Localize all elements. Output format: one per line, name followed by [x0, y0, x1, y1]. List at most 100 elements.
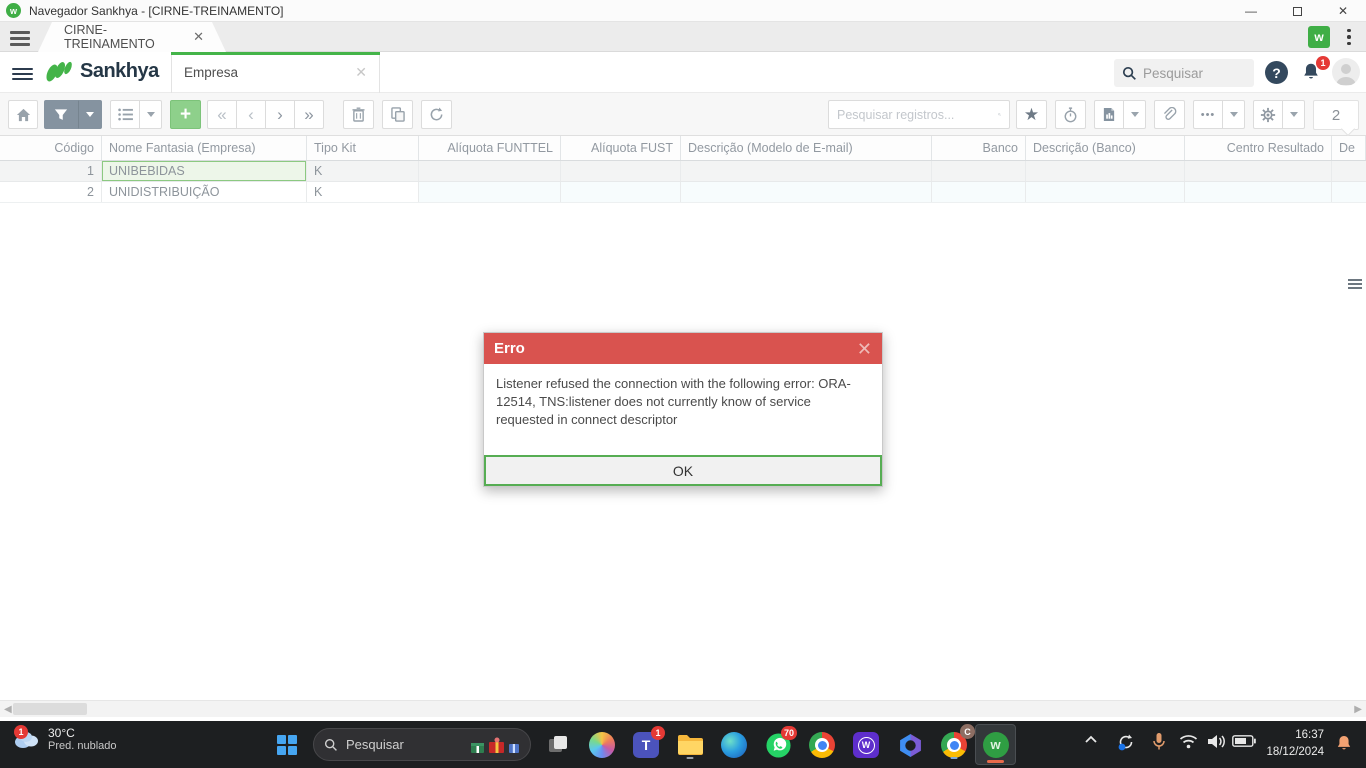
report-button[interactable]	[1094, 100, 1124, 129]
column-header[interactable]: Centro Resultado	[1185, 136, 1332, 160]
cell[interactable]	[1332, 182, 1366, 202]
tab-cirne-treinamento[interactable]: CIRNE-TREINAMENTO ✕	[38, 22, 226, 52]
tray-microphone-icon[interactable]	[1152, 732, 1166, 751]
records-search[interactable]	[828, 100, 1010, 129]
task-view-button[interactable]	[543, 730, 573, 760]
close-button[interactable]: ✕	[1320, 0, 1366, 22]
next-page-button[interactable]: ›	[265, 100, 295, 129]
column-header[interactable]: Nome Fantasia (Empresa)	[102, 136, 307, 160]
cell[interactable]	[1026, 161, 1185, 181]
add-record-button[interactable]: +	[170, 100, 201, 129]
settings-dropdown[interactable]	[1282, 100, 1305, 129]
settings-button[interactable]	[1253, 100, 1283, 129]
column-header[interactable]: Código	[0, 136, 102, 160]
delete-button[interactable]	[343, 100, 374, 129]
cell-tipo-kit[interactable]: K	[307, 161, 419, 181]
view-list-button[interactable]	[110, 100, 140, 129]
chrome-button[interactable]	[807, 730, 837, 760]
cell[interactable]	[1332, 161, 1366, 181]
error-dialog-close-icon[interactable]: ✕	[857, 340, 872, 358]
m365-button[interactable]	[895, 730, 925, 760]
tray-wifi-icon[interactable]	[1179, 734, 1198, 749]
tab-close-icon[interactable]: ✕	[193, 29, 204, 45]
main-menu-icon[interactable]	[12, 65, 33, 83]
start-button[interactable]	[272, 730, 302, 760]
module-tab-close-icon[interactable]: ✕	[355, 64, 367, 81]
last-page-button[interactable]: »	[294, 100, 324, 129]
refresh-button[interactable]	[421, 100, 452, 129]
module-tab-empresa[interactable]: Empresa ✕	[171, 52, 380, 93]
cell[interactable]	[681, 182, 932, 202]
cell[interactable]	[1185, 161, 1332, 181]
sankhya-taskbar-button[interactable]: w	[975, 724, 1016, 765]
more-actions-dropdown[interactable]	[1222, 100, 1245, 129]
file-explorer-button[interactable]	[675, 730, 705, 760]
minimize-button[interactable]: —	[1228, 0, 1274, 22]
more-actions-button[interactable]: •••	[1193, 100, 1223, 129]
taskbar-search[interactable]: Pesquisar	[313, 728, 531, 761]
cell[interactable]	[681, 161, 932, 181]
global-search-input[interactable]	[1143, 65, 1243, 81]
ok-button[interactable]: OK	[484, 455, 882, 486]
tray-volume-icon[interactable]	[1207, 733, 1226, 750]
whatsapp-button[interactable]: 70	[763, 726, 797, 760]
cell[interactable]	[932, 182, 1026, 202]
timer-button[interactable]	[1055, 100, 1086, 129]
chrome-profile-button[interactable]: C	[939, 724, 975, 760]
scrollbar-thumb[interactable]	[13, 703, 87, 715]
filter-dropdown[interactable]	[78, 100, 102, 129]
cell[interactable]	[1026, 182, 1185, 202]
home-button[interactable]	[8, 100, 38, 129]
notification-center-button[interactable]	[1334, 733, 1354, 754]
copilot-button[interactable]	[587, 730, 617, 760]
cell-codigo[interactable]: 1	[0, 161, 102, 181]
kebab-menu-icon[interactable]	[1340, 26, 1358, 48]
table-row[interactable]: 1 UNIBEBIDAS K	[0, 161, 1366, 182]
cell[interactable]	[932, 161, 1026, 181]
help-button[interactable]: ?	[1265, 61, 1288, 84]
cell[interactable]	[419, 182, 561, 202]
tray-chevron-icon[interactable]	[1084, 734, 1098, 744]
column-header[interactable]: De	[1332, 136, 1366, 160]
tray-sync-icon[interactable]	[1116, 732, 1136, 752]
horizontal-scrollbar[interactable]: ◀ ▶	[0, 700, 1366, 717]
column-header[interactable]: Alíquota FUST	[561, 136, 681, 160]
attachment-button[interactable]	[1154, 100, 1185, 129]
workplace-button[interactable]: W	[851, 730, 881, 760]
records-search-input[interactable]	[837, 107, 998, 122]
cell-nome-fantasia[interactable]: UNIDISTRIBUIÇÃO	[102, 182, 307, 202]
maximize-button[interactable]	[1274, 0, 1320, 22]
weather-widget[interactable]: 1 30°C Pred. nublado	[12, 725, 117, 752]
duplicate-button[interactable]	[382, 100, 413, 129]
cell[interactable]	[561, 161, 681, 181]
cell[interactable]	[419, 161, 561, 181]
user-avatar[interactable]	[1332, 58, 1360, 86]
edge-button[interactable]	[719, 730, 749, 760]
cell-nome-fantasia-selected[interactable]: UNIBEBIDAS	[102, 161, 307, 181]
tabstrip-menu-icon[interactable]	[10, 28, 30, 49]
tray-battery-icon[interactable]	[1232, 735, 1256, 747]
scroll-left-icon[interactable]: ◀	[4, 704, 12, 715]
column-header[interactable]: Alíquota FUNTTEL	[419, 136, 561, 160]
column-header[interactable]: Tipo Kit	[307, 136, 419, 160]
column-header[interactable]: Descrição (Banco)	[1026, 136, 1185, 160]
table-row[interactable]: 2 UNIDISTRIBUIÇÃO K	[0, 182, 1366, 203]
scroll-right-icon[interactable]: ▶	[1354, 704, 1362, 715]
favorite-button[interactable]: ★	[1016, 100, 1047, 129]
prev-page-button[interactable]: ‹	[236, 100, 266, 129]
column-chooser-icon[interactable]	[1348, 277, 1364, 291]
report-dropdown[interactable]	[1123, 100, 1146, 129]
teams-button[interactable]: T 1	[631, 726, 665, 760]
global-search[interactable]	[1114, 59, 1254, 87]
cell-tipo-kit[interactable]: K	[307, 182, 419, 202]
notifications-button[interactable]: 1	[1300, 56, 1330, 85]
column-header[interactable]: Descrição (Modelo de E-mail)	[681, 136, 932, 160]
taskbar-clock[interactable]: 16:37 18/12/2024	[1266, 727, 1324, 761]
cell-codigo[interactable]: 2	[0, 182, 102, 202]
first-page-button[interactable]: «	[207, 100, 237, 129]
sankhya-w-button[interactable]: w	[1308, 26, 1330, 48]
filter-button[interactable]	[44, 100, 78, 129]
view-dropdown[interactable]	[139, 100, 162, 129]
cell[interactable]	[561, 182, 681, 202]
column-header[interactable]: Banco	[932, 136, 1026, 160]
